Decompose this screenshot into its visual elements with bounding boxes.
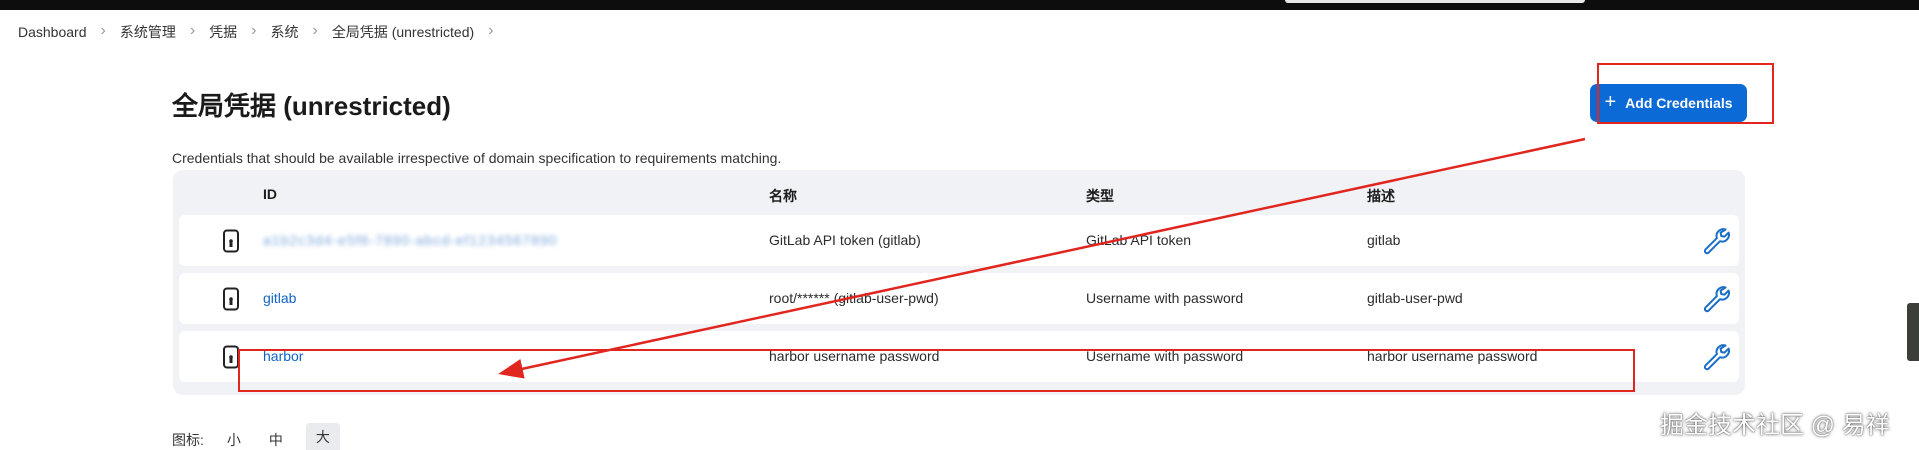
credential-type: Username with password (1086, 290, 1244, 306)
credential-description: gitlab-user-pwd (1367, 290, 1463, 306)
search-box-edge[interactable] (1285, 0, 1585, 3)
top-bar (0, 0, 1919, 10)
breadcrumb-dashboard[interactable]: Dashboard (18, 24, 87, 40)
table-row: harbor harbor username password Username… (179, 331, 1739, 382)
wrench-icon[interactable] (1701, 284, 1731, 314)
credential-name: harbor username password (769, 348, 940, 364)
page-title: 全局凭据 (unrestricted) (172, 91, 451, 121)
credentials-table: ID 名称 类型 描述 a1b2c3d4-e5f6-7890-abcd-ef12… (173, 170, 1745, 395)
column-header-id[interactable]: ID (263, 186, 277, 202)
chevron-right-icon: › (312, 22, 318, 39)
credential-name: root/****** (gitlab-user-pwd) (769, 290, 939, 306)
credential-icon (223, 229, 239, 253)
add-credentials-button[interactable]: + Add Credentials (1590, 84, 1747, 122)
chevron-right-icon: › (189, 22, 196, 39)
credential-description: harbor username password (1367, 348, 1538, 364)
table-row: gitlab root/****** (gitlab-user-pwd) Use… (179, 273, 1739, 324)
credential-name: GitLab API token (gitlab) (769, 232, 921, 248)
breadcrumb: Dashboard › 系统管理 › 凭据 › 系统 › 全局凭据 (unres… (18, 22, 508, 42)
add-credentials-label: Add Credentials (1625, 95, 1733, 111)
credential-description: gitlab (1367, 232, 1401, 248)
credential-icon (223, 345, 239, 369)
side-widget-handle[interactable] (1907, 303, 1919, 361)
icon-size-small[interactable]: 小 (222, 428, 246, 450)
credential-id-link[interactable]: harbor (263, 348, 303, 364)
breadcrumb-system[interactable]: 系统 (270, 22, 298, 42)
watermark: 掘金技术社区 @ 易祥 (1660, 412, 1890, 439)
credential-id-link[interactable]: gitlab (263, 290, 296, 306)
chevron-right-icon: › (100, 22, 106, 39)
plus-icon: + (1604, 91, 1617, 113)
table-row: a1b2c3d4-e5f6-7890-abcd-ef1234567890 Git… (179, 215, 1739, 266)
icon-size-label: 图标: (172, 432, 204, 448)
credential-type: GitLab API token (1086, 232, 1192, 248)
wrench-icon[interactable] (1701, 342, 1731, 372)
breadcrumb-global-credentials[interactable]: 全局凭据 (unrestricted) (332, 22, 474, 42)
chevron-right-icon: › (251, 22, 257, 39)
icon-size-medium[interactable]: 中 (264, 428, 288, 450)
breadcrumb-credentials[interactable]: 凭据 (209, 22, 237, 42)
credential-icon (223, 287, 239, 311)
page-description: Credentials that should be available irr… (172, 150, 782, 166)
wrench-icon[interactable] (1701, 226, 1731, 256)
table-header: ID 名称 类型 描述 (173, 170, 1745, 218)
icon-size-selector: 图标: 小 中 大 (172, 423, 340, 450)
chevron-right-icon: › (488, 22, 494, 39)
credential-id-link[interactable]: a1b2c3d4-e5f6-7890-abcd-ef1234567890 (263, 232, 557, 248)
credential-type: Username with password (1086, 348, 1244, 364)
column-header-description[interactable]: 描述 (1367, 186, 1395, 206)
column-header-type[interactable]: 类型 (1086, 186, 1114, 206)
icon-size-large[interactable]: 大 (305, 423, 340, 450)
column-header-name[interactable]: 名称 (769, 186, 797, 206)
breadcrumb-manage-jenkins[interactable]: 系统管理 (120, 22, 176, 42)
